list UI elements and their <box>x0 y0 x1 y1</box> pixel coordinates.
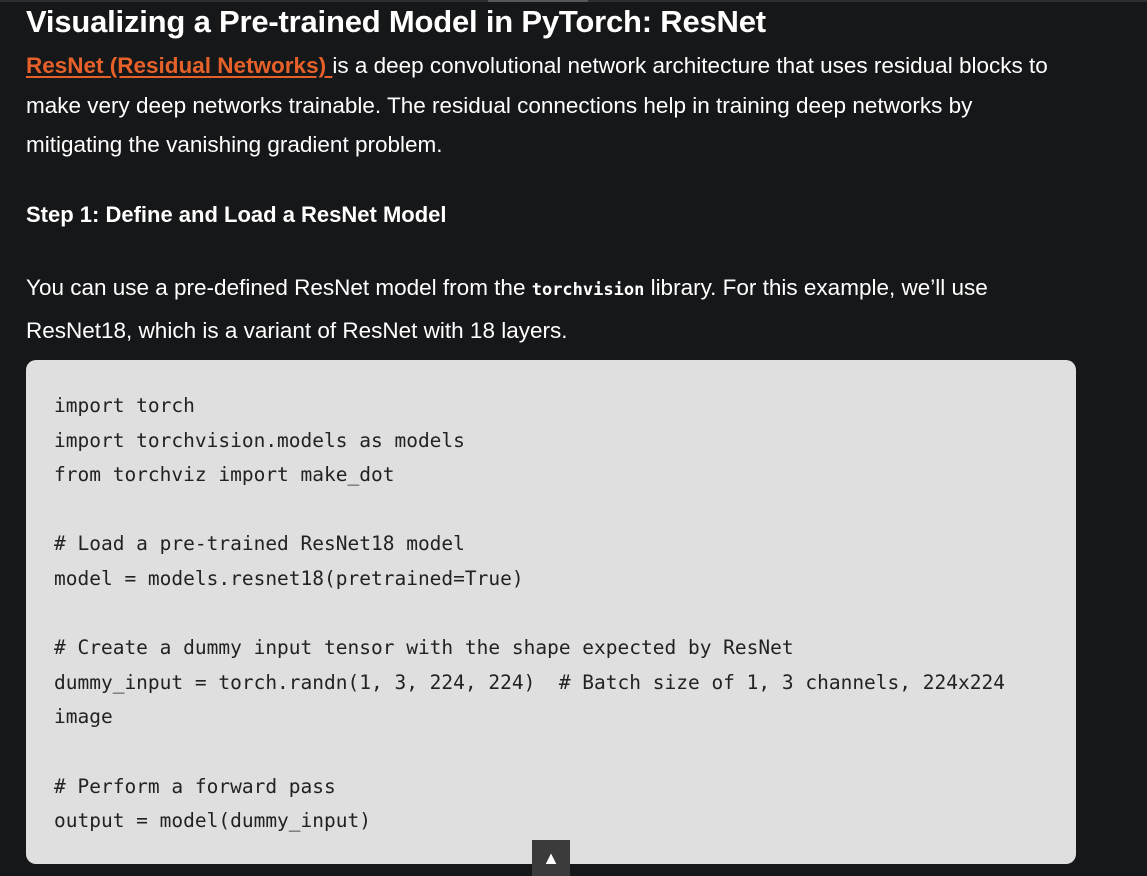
top-border <box>0 0 1147 2</box>
code-line: output = model(dummy_input) <box>54 809 371 833</box>
torchvision-paragraph: You can use a pre-defined ResNet model f… <box>26 268 1066 350</box>
para-text-before: You can use a pre-defined ResNet model f… <box>26 275 532 300</box>
code-line: import torchvision.models as models <box>54 428 465 452</box>
resnet-link[interactable]: ResNet (Residual Networks) <box>26 53 332 78</box>
code-line: image <box>54 705 113 729</box>
article-title: Visualizing a Pre-trained Model in PyTor… <box>26 4 766 39</box>
step-1-heading: Step 1: Define and Load a ResNet Model <box>26 202 447 227</box>
scroll-to-top-button[interactable]: ▲ <box>532 840 570 876</box>
code-line: dummy_input = torch.randn(1, 3, 224, 224… <box>54 670 1005 694</box>
arrow-up-icon: ▲ <box>542 848 560 868</box>
code-line: # Load a pre-trained ResNet18 model <box>54 532 465 556</box>
code-line: # Perform a forward pass <box>54 774 336 798</box>
code-line: import torch <box>54 394 195 417</box>
code-line: # Create a dummy input tensor with the s… <box>54 636 794 660</box>
code-content: import torch import torchvision.models as… <box>54 389 1005 839</box>
intro-paragraph: ResNet (Residual Networks) is a deep con… <box>26 46 1066 165</box>
code-line: from torchviz import make_dot <box>54 463 395 487</box>
inline-code-torchvision: torchvision <box>531 280 645 300</box>
code-line: model = models.resnet18(pretrained=True) <box>54 566 524 590</box>
top-tab-indicator <box>488 0 588 2</box>
code-block[interactable]: import torch import torchvision.models as… <box>26 360 1076 864</box>
